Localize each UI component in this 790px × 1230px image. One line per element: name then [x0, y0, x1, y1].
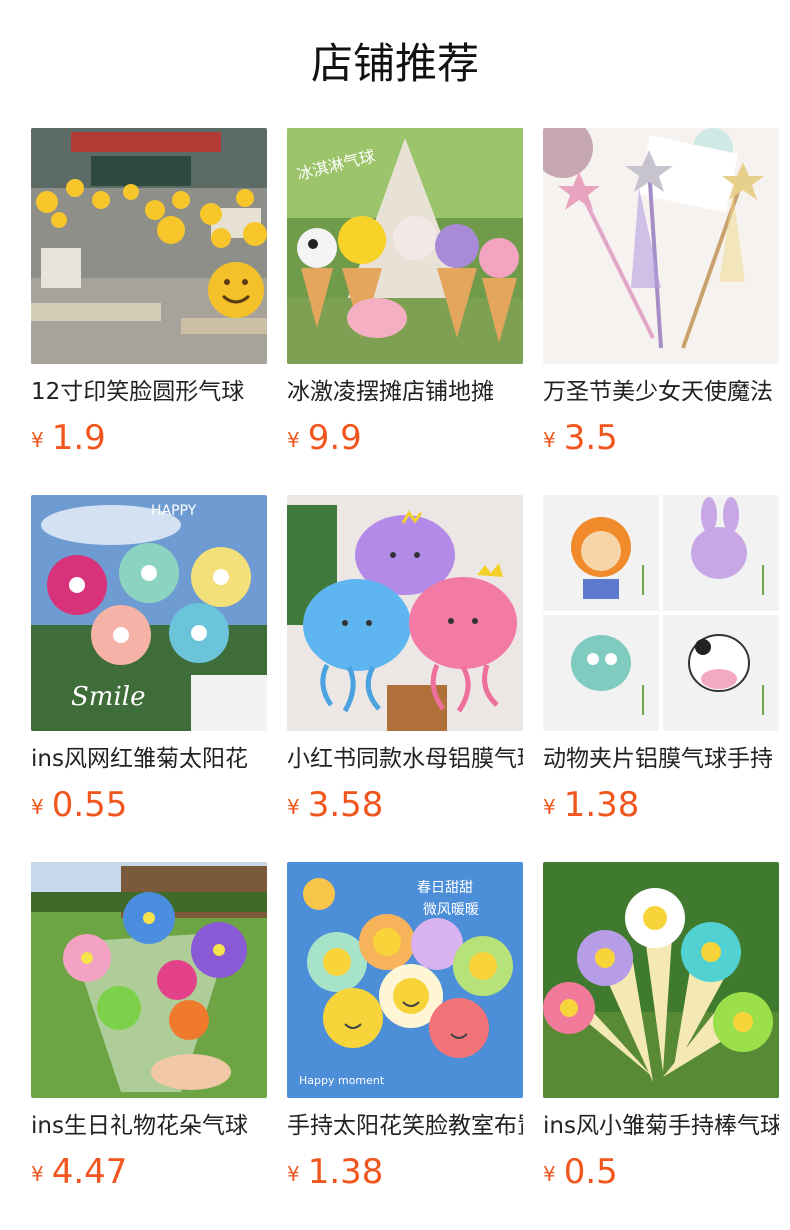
product-card[interactable]: 万圣节美少女天使魔法 ¥3.5: [543, 128, 779, 458]
currency-symbol: ¥: [543, 1162, 556, 1186]
price-amount: 3.5: [563, 418, 618, 458]
product-image[interactable]: 冰淇淋气球: [287, 128, 523, 364]
product-name: ins生日礼物花朵气球: [31, 1113, 248, 1139]
ice-cream-balloons-image: 冰淇淋气球: [287, 128, 523, 364]
price-amount: 0.55: [51, 785, 128, 825]
currency-symbol: ¥: [287, 428, 300, 452]
product-image[interactable]: [31, 128, 267, 364]
product-image[interactable]: [543, 862, 779, 1098]
currency-symbol: ¥: [31, 795, 44, 819]
svg-text:春日甜甜: 春日甜甜: [417, 880, 473, 896]
product-price: ¥1.9: [31, 416, 267, 466]
product-name: 小红书同款水母铝膜气球: [287, 746, 523, 772]
product-card[interactable]: 12寸印笑脸圆形气球 ¥1.9: [31, 128, 267, 458]
jellyfish-balloons-image: [287, 495, 523, 731]
product-name: 冰激凌摆摊店铺地摊: [287, 379, 494, 405]
product-name: 万圣节美少女天使魔法: [543, 379, 773, 405]
product-name: 手持太阳花笑脸教室布置: [287, 1113, 523, 1139]
product-image[interactable]: [31, 862, 267, 1098]
price-amount: 0.5: [563, 1152, 618, 1192]
product-card[interactable]: 冰淇淋气球 冰激凌摆摊店铺地摊 ¥9.9: [287, 128, 523, 458]
product-name: ins风网红雏菊太阳花: [31, 746, 248, 772]
currency-symbol: ¥: [31, 428, 44, 452]
animal-balloons-image: [543, 495, 779, 731]
classroom-balloons-image: [31, 128, 267, 364]
currency-symbol: ¥: [287, 1162, 300, 1186]
daisy-wand-image: [543, 862, 779, 1098]
product-grid: 12寸印笑脸圆形气球 ¥1.9 冰淇淋气球 冰激凌摆摊店铺地摊 ¥ 9.9 万圣…: [0, 0, 790, 1230]
price-amount: 1.9: [51, 418, 106, 458]
product-name: 12寸印笑脸圆形气球: [31, 379, 245, 405]
price-amount: 1.38: [307, 1152, 384, 1192]
price-amount: 3.58: [307, 785, 384, 825]
currency-symbol: ¥: [287, 795, 300, 819]
product-price: ¥1.38: [543, 783, 779, 833]
svg-text:HAPPY: HAPPY: [151, 503, 197, 519]
product-price: ¥0.5: [543, 1150, 779, 1200]
star-wand-image: [543, 128, 779, 364]
product-card[interactable]: ins风小雏菊手持棒气球 ¥0.5: [543, 862, 779, 1192]
svg-text:Happy moment: Happy moment: [299, 1074, 385, 1087]
product-name: ins风小雏菊手持棒气球: [543, 1113, 779, 1139]
price-amount: 1.38: [563, 785, 640, 825]
daisy-balloons-image: Smile HAPPY: [31, 495, 267, 731]
product-card[interactable]: 小红书同款水母铝膜气球 ¥3.58: [287, 495, 523, 825]
product-image[interactable]: 春日甜甜 微风暖暖 Happy moment: [287, 862, 523, 1098]
currency-symbol: ¥: [543, 428, 556, 452]
product-card[interactable]: ins生日礼物花朵气球 ¥4.47: [31, 862, 267, 1192]
currency-symbol: ¥: [543, 795, 556, 819]
flower-bouquet-image: [31, 862, 267, 1098]
product-card[interactable]: Smile HAPPY ins风网红雏菊太阳花 ¥0.55: [31, 495, 267, 825]
product-name: 动物夹片铝膜气球手持: [543, 746, 773, 772]
product-price: ¥4.47: [31, 1150, 267, 1200]
product-image[interactable]: [543, 128, 779, 364]
product-price: ¥3.5: [543, 416, 779, 466]
product-image[interactable]: Smile HAPPY: [31, 495, 267, 731]
product-price: ¥3.58: [287, 783, 523, 833]
product-price: ¥0.55: [31, 783, 267, 833]
svg-text:微风暖暖: 微风暖暖: [423, 902, 479, 918]
smiley-sunflower-image: 春日甜甜 微风暖暖 Happy moment: [287, 862, 523, 1098]
product-card[interactable]: 春日甜甜 微风暖暖 Happy moment 手持太阳花笑脸教室布置 ¥1.38: [287, 862, 523, 1192]
svg-text:Smile: Smile: [71, 682, 145, 712]
product-image[interactable]: [543, 495, 779, 731]
price-amount: 4.47: [51, 1152, 128, 1192]
price-amount: 9.9: [307, 418, 362, 458]
product-price: ¥1.38: [287, 1150, 523, 1200]
product-image[interactable]: [287, 495, 523, 731]
product-card[interactable]: 动物夹片铝膜气球手持 ¥1.38: [543, 495, 779, 825]
currency-symbol: ¥: [31, 1162, 44, 1186]
product-price: ¥9.9: [287, 416, 523, 466]
